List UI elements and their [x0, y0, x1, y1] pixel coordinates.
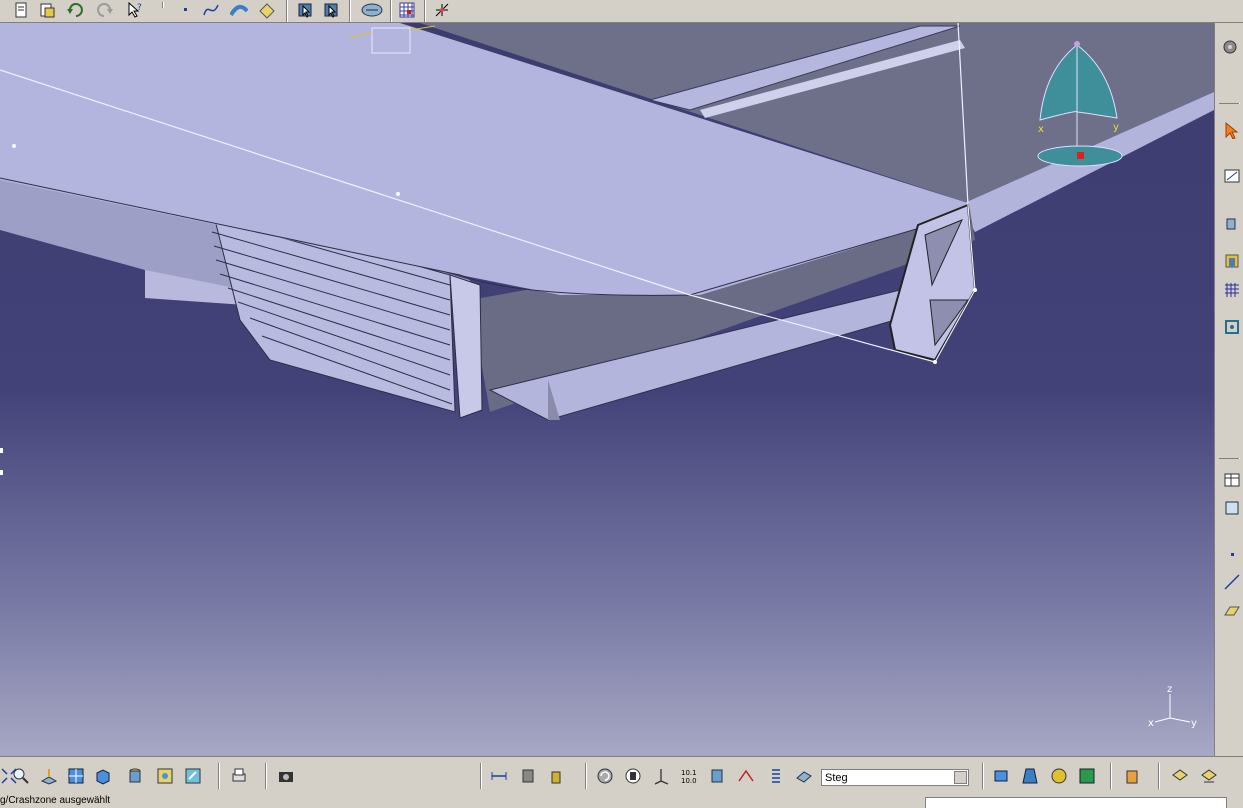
compass-x-label: x — [1038, 124, 1044, 135]
status-bar: g/Crashzone ausgewählt — [0, 794, 1243, 808]
scene-icon[interactable] — [1078, 767, 1096, 785]
multi-view-icon[interactable] — [67, 767, 85, 785]
point-icon[interactable] — [1223, 545, 1241, 563]
select-icon[interactable] — [296, 1, 314, 19]
swap-icon[interactable] — [184, 767, 202, 785]
bottom-toolbar: 10.1 10.0 Steg — [0, 756, 1243, 795]
open-icon[interactable] — [38, 1, 56, 19]
vertex-point[interactable] — [396, 192, 400, 196]
constraint-icon[interactable] — [1223, 318, 1241, 336]
select-filter-icon[interactable] — [322, 1, 340, 19]
toolbar-separator — [162, 2, 164, 8]
update-icon[interactable] — [596, 767, 614, 785]
measure-icon[interactable] — [490, 767, 508, 785]
part-geometry[interactable]: x y z x y — [0, 23, 1214, 756]
view-marker — [0, 448, 3, 453]
toolbar-separator — [1158, 763, 1160, 789]
cylinder-icon[interactable] — [708, 767, 726, 785]
axis-x-label: x — [1148, 718, 1154, 729]
normal-view-icon[interactable] — [40, 767, 58, 785]
right-toolbar — [1214, 23, 1243, 756]
snap-icon[interactable] — [433, 1, 451, 19]
new-icon[interactable] — [12, 1, 30, 19]
list-icon[interactable] — [766, 767, 784, 785]
line-icon[interactable] — [1223, 573, 1241, 591]
sweep-icon[interactable] — [230, 1, 248, 19]
vertex-point[interactable] — [12, 144, 16, 148]
toolbar-separator — [218, 763, 220, 789]
layer-dropdown-value: Steg — [825, 772, 848, 784]
chevron-down-icon[interactable] — [954, 771, 967, 784]
toolbar-separator — [480, 763, 482, 789]
layer-dropdown[interactable]: Steg — [821, 769, 969, 786]
whats-this-icon[interactable]: ? — [126, 1, 144, 19]
hand-icon[interactable] — [624, 767, 642, 785]
undo-icon[interactable] — [66, 1, 84, 19]
toolbar-separator — [424, 0, 426, 22]
iso-view-icon[interactable] — [94, 767, 112, 785]
render-icon[interactable] — [1050, 767, 1068, 785]
redo-icon[interactable] — [96, 1, 114, 19]
analysis-icon[interactable] — [519, 767, 537, 785]
axis-triad — [1154, 694, 1191, 723]
compass-y-label: y — [1113, 122, 1119, 133]
settings-icon[interactable] — [1221, 38, 1239, 56]
point-icon[interactable] — [177, 1, 195, 19]
table-icon[interactable] — [1223, 471, 1241, 489]
apply-material-icon[interactable] — [992, 767, 1010, 785]
select-arrow-icon[interactable] — [1223, 121, 1241, 139]
grid-icon[interactable] — [398, 1, 416, 19]
toolbar-separator — [265, 763, 267, 789]
svg-text:10.1: 10.1 — [681, 769, 697, 777]
texture-icon[interactable] — [1021, 767, 1039, 785]
spline-icon[interactable] — [202, 1, 220, 19]
axis-z-label: z — [1167, 684, 1172, 695]
mass-icon[interactable] — [547, 767, 565, 785]
pattern-icon[interactable] — [1223, 281, 1241, 299]
print-icon[interactable] — [230, 767, 248, 785]
plane-face-icon[interactable] — [1223, 601, 1241, 619]
constraint-icon[interactable] — [737, 767, 755, 785]
plane-icon[interactable] — [1223, 499, 1241, 517]
toolbar-separator — [585, 763, 587, 789]
toolbar-separator — [982, 763, 984, 789]
status-message: g/Crashzone ausgewählt — [0, 795, 111, 806]
dimension-icon[interactable]: 10.110.0 — [680, 767, 698, 785]
zoom-icon[interactable] — [12, 767, 30, 785]
vertex-point[interactable] — [933, 360, 937, 364]
axis-y-label: y — [1191, 718, 1197, 729]
shading-icon[interactable] — [126, 767, 144, 785]
top-toolbar: ? — [0, 0, 1243, 23]
axis-icon[interactable] — [652, 767, 670, 785]
toolbar-separator — [1219, 103, 1240, 104]
rotate-icon[interactable] — [360, 1, 384, 19]
capture-icon[interactable] — [277, 767, 295, 785]
sketch-icon[interactable] — [1223, 166, 1241, 184]
profile-web-2 — [929, 299, 969, 347]
toolbar-separator — [286, 0, 288, 22]
svg-text:?: ? — [137, 3, 142, 13]
toolbar-separator — [1219, 458, 1240, 459]
pad-icon[interactable] — [1223, 213, 1241, 231]
shell-icon[interactable] — [1223, 251, 1241, 269]
layer-icon[interactable] — [795, 767, 813, 785]
layers-icon[interactable] — [1171, 767, 1189, 785]
svg-text:10.0: 10.0 — [681, 777, 697, 785]
view-marker — [0, 470, 3, 475]
toolbar-separator — [390, 0, 392, 22]
hand-tool-icon[interactable] — [1123, 767, 1141, 785]
3d-viewport[interactable]: x y z x y — [0, 23, 1214, 756]
hide-show-icon[interactable] — [156, 767, 174, 785]
toolbar-separator — [349, 0, 351, 22]
properties-icon[interactable] — [1200, 767, 1218, 785]
toolbar-separator — [1110, 763, 1112, 789]
command-input[interactable] — [925, 797, 1227, 808]
eraser-icon[interactable] — [258, 1, 276, 19]
vertex-point[interactable] — [973, 288, 977, 292]
